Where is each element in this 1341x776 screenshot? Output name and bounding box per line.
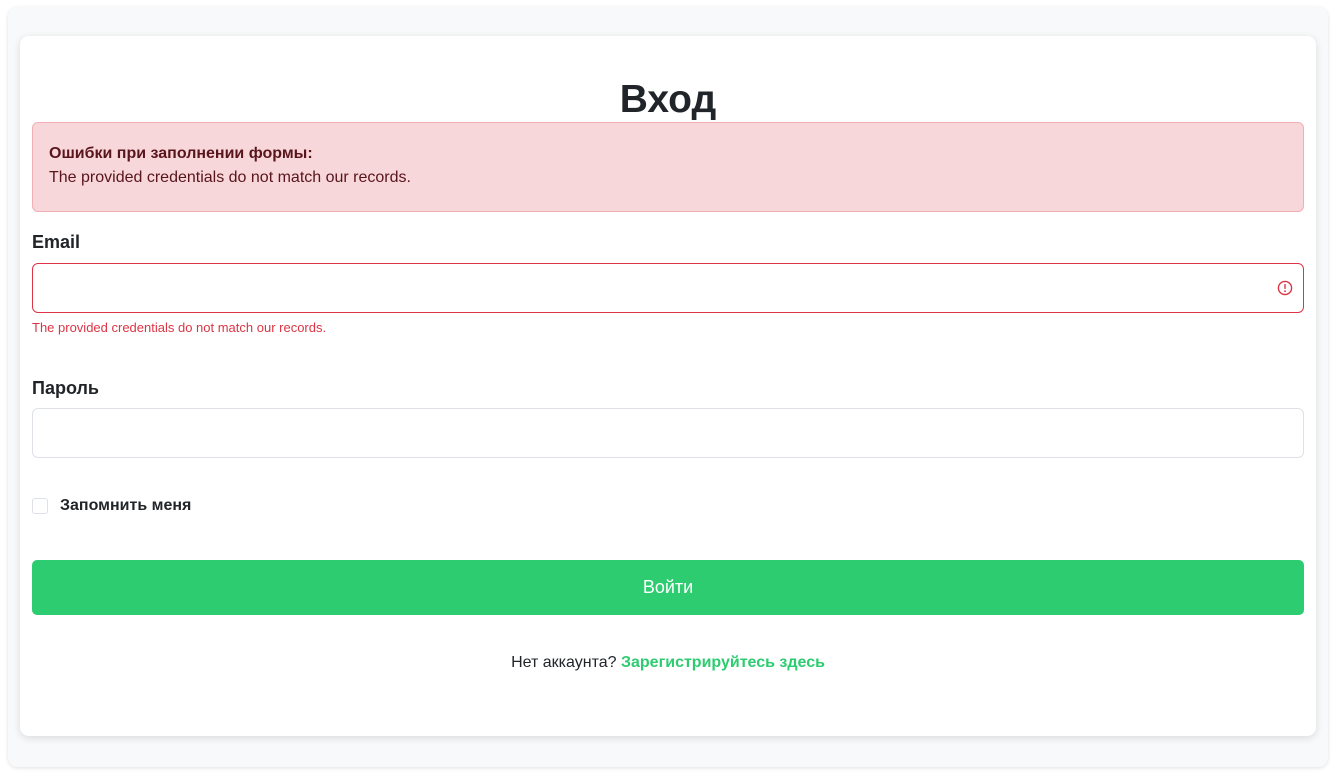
register-link[interactable]: Зарегистрируйтесь здесь bbox=[621, 654, 825, 671]
alert-message: The provided credentials do not match ou… bbox=[49, 169, 411, 186]
exclamation-circle-icon bbox=[1277, 280, 1293, 296]
alert-heading: Ошибки при заполнении формы: bbox=[49, 145, 313, 162]
email-error-text: The provided credentials do not match ou… bbox=[32, 320, 327, 335]
password-field[interactable] bbox=[32, 408, 1304, 458]
email-label: Email bbox=[32, 232, 81, 252]
password-label: Пароль bbox=[32, 378, 99, 398]
login-card: Вход Ошибки при заполнении формы: The pr… bbox=[20, 36, 1316, 736]
remember-label[interactable]: Запомнить меня bbox=[60, 497, 191, 515]
remember-checkbox[interactable] bbox=[32, 498, 48, 514]
page-frame: Вход Ошибки при заполнении формы: The pr… bbox=[8, 7, 1328, 767]
register-prompt: Нет аккаунта? Зарегистрируйтесь здесь bbox=[20, 654, 1316, 672]
page-title: Вход bbox=[619, 78, 717, 121]
register-prompt-text: Нет аккаунта? bbox=[511, 654, 617, 671]
login-button[interactable]: Войти bbox=[32, 560, 1304, 615]
error-alert: Ошибки при заполнении формы: The provide… bbox=[32, 122, 1304, 212]
email-field[interactable] bbox=[32, 263, 1304, 313]
